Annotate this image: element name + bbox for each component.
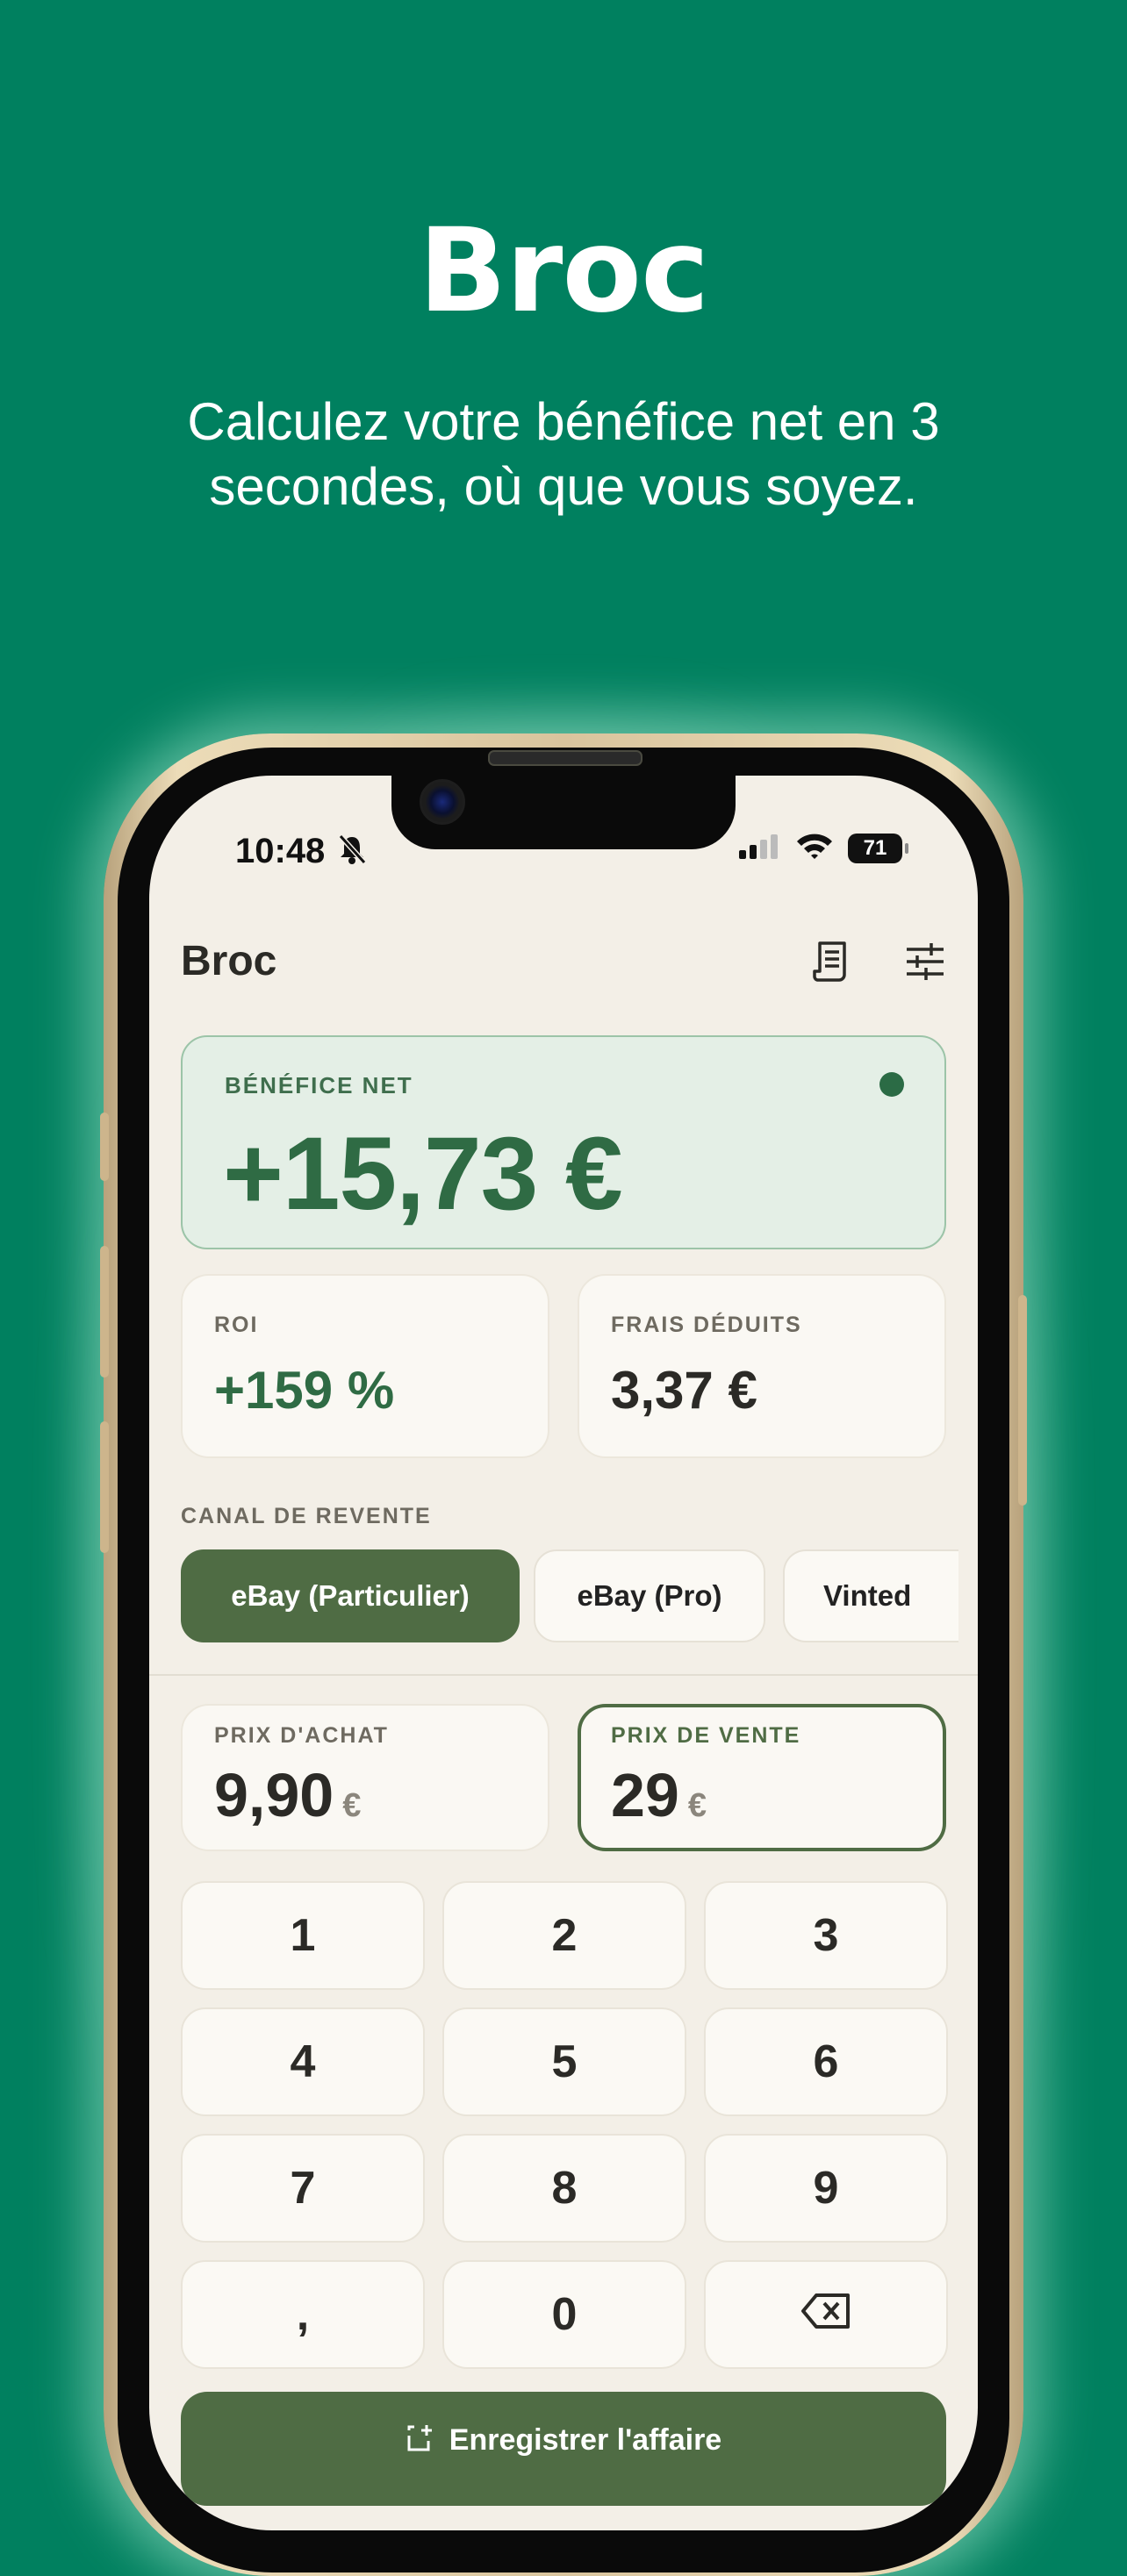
earpiece-speaker (488, 750, 642, 766)
channel-chip-ebay-particulier[interactable]: eBay (Particulier) (181, 1549, 520, 1642)
fees-value: 3,37 € (611, 1361, 757, 1420)
bell-slash-icon (337, 834, 367, 869)
receipt-icon[interactable] (809, 939, 855, 984)
roi-label: ROI (214, 1313, 259, 1337)
purchase-price-amount: 9,90 (214, 1761, 334, 1829)
status-dot (879, 1072, 904, 1097)
roi-card: ROI +159 % (181, 1274, 549, 1458)
key-comma[interactable]: , (181, 2260, 425, 2369)
key-5[interactable]: 5 (442, 2007, 686, 2116)
net-profit-value: +15,73 € (223, 1116, 623, 1232)
key-7[interactable]: 7 (181, 2134, 425, 2243)
sliders-icon[interactable] (902, 939, 948, 984)
hero-title: Broc (418, 204, 710, 339)
sale-price-label: PRIX DE VENTE (611, 1723, 801, 1748)
key-backspace[interactable] (704, 2260, 948, 2369)
key-9[interactable]: 9 (704, 2134, 948, 2243)
volume-up-button (100, 1246, 109, 1377)
key-2[interactable]: 2 (442, 1881, 686, 1990)
purchase-currency: € (342, 1787, 362, 1824)
volume-down-button (100, 1421, 109, 1553)
fees-card: FRAIS DÉDUITS 3,37 € (578, 1274, 946, 1458)
key-0[interactable]: 0 (442, 2260, 686, 2369)
mute-switch (100, 1113, 109, 1181)
purchase-price-label: PRIX D'ACHAT (214, 1723, 389, 1748)
sale-currency: € (687, 1787, 707, 1824)
battery-icon: 71 (848, 833, 908, 863)
channel-chip-vinted[interactable]: Vinted (783, 1549, 958, 1642)
sale-price-field[interactable]: PRIX DE VENTE 29 € (578, 1704, 946, 1851)
purchase-price-value: 9,90 € (214, 1760, 361, 1830)
channel-chip-ebay-pro[interactable]: eBay (Pro) (534, 1549, 765, 1642)
add-receipt-icon (406, 2423, 437, 2463)
hero-subtitle: Calculez votre bénéfice net en 3 seconde… (187, 392, 940, 516)
save-deal-label: Enregistrer l'affaire (449, 2423, 722, 2457)
key-1[interactable]: 1 (181, 1881, 425, 1990)
power-button (1018, 1295, 1027, 1506)
wifi-icon (795, 832, 834, 864)
sale-price-amount: 29 (611, 1761, 679, 1829)
app-title: Broc (181, 938, 277, 984)
backspace-icon (800, 2288, 851, 2341)
front-camera (420, 779, 465, 825)
key-8[interactable]: 8 (442, 2134, 686, 2243)
divider (149, 1674, 978, 1676)
save-deal-button[interactable]: Enregistrer l'affaire (181, 2392, 946, 2506)
net-profit-card: BÉNÉFICE NET +15,73 € (181, 1035, 946, 1249)
channel-label: CANAL DE REVENTE (181, 1504, 432, 1528)
signal-icon (737, 833, 781, 863)
key-3[interactable]: 3 (704, 1881, 948, 1990)
roi-value: +159 % (214, 1361, 395, 1420)
status-time: 10:48 (235, 832, 326, 870)
sale-price-value: 29 € (611, 1760, 707, 1830)
key-4[interactable]: 4 (181, 2007, 425, 2116)
net-profit-label: BÉNÉFICE NET (225, 1072, 413, 1098)
purchase-price-field[interactable]: PRIX D'ACHAT 9,90 € (181, 1704, 549, 1851)
phone-screen: 10:48 71 Broc BÉNÉFICE NET +15,73 € ROI … (149, 776, 978, 2530)
key-6[interactable]: 6 (704, 2007, 948, 2116)
status-icons: 71 (737, 832, 908, 864)
fees-label: FRAIS DÉDUITS (611, 1313, 802, 1337)
